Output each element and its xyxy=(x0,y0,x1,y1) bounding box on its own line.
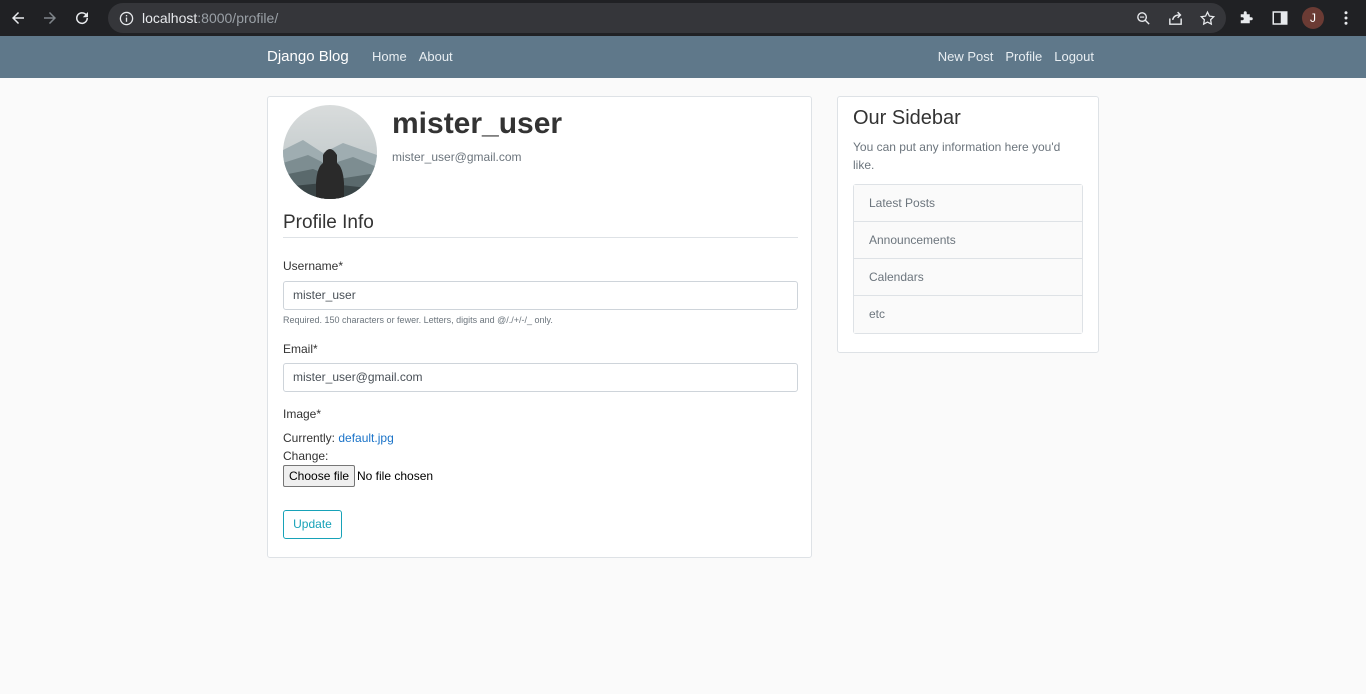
profile-avatar[interactable]: J xyxy=(1302,7,1324,29)
sidebar-title: Our Sidebar xyxy=(853,107,961,129)
browser-toolbar: localhost:8000/profile/ J xyxy=(0,0,1366,36)
current-file-link[interactable]: default.jpg xyxy=(338,431,393,445)
profile-email: mister_user@gmail.com xyxy=(392,150,522,164)
side-panel-icon[interactable] xyxy=(1268,6,1292,30)
update-button[interactable]: Update xyxy=(283,510,342,539)
site-navbar: Django Blog Home About New Post Profile … xyxy=(0,36,1366,78)
back-icon[interactable] xyxy=(4,4,32,32)
url-host: localhost xyxy=(142,10,198,26)
nav-home[interactable]: Home xyxy=(372,49,407,64)
menu-icon[interactable] xyxy=(1334,6,1358,30)
sidebar-list: Latest Posts Announcements Calendars etc xyxy=(853,184,1083,334)
nav-profile[interactable]: Profile xyxy=(1005,49,1042,64)
username-help-text: Required. 150 characters or fewer. Lette… xyxy=(283,315,553,325)
reload-icon[interactable] xyxy=(68,4,96,32)
sidebar-card: Our Sidebar You can put any information … xyxy=(837,96,1099,353)
currently-label: Currently: xyxy=(283,431,336,445)
profile-info-title: Profile Info xyxy=(283,212,374,233)
sidebar-text: You can put any information here you'd l… xyxy=(853,140,1061,172)
nav-about[interactable]: About xyxy=(419,49,453,64)
nav-logout[interactable]: Logout xyxy=(1054,49,1094,64)
profile-card: mister_user mister_user@gmail.com Profil… xyxy=(267,96,812,558)
file-status-text: No file chosen xyxy=(357,469,434,483)
currently-row: Currently: default.jpg xyxy=(283,431,394,445)
zoom-icon[interactable] xyxy=(1132,7,1154,29)
username-label: Username* xyxy=(283,259,344,273)
sidebar-item-etc[interactable]: etc xyxy=(854,296,1082,333)
brand-link[interactable]: Django Blog xyxy=(267,48,349,65)
extensions-icon[interactable] xyxy=(1234,6,1258,30)
nav-new-post[interactable]: New Post xyxy=(938,49,994,64)
address-bar[interactable]: localhost:8000/profile/ xyxy=(108,3,1226,33)
bookmark-star-icon[interactable] xyxy=(1196,7,1218,29)
url-path: :8000/profile/ xyxy=(197,10,279,26)
email-input[interactable]: mister_user@gmail.com xyxy=(283,363,798,392)
change-label: Change: xyxy=(283,449,329,463)
section-divider xyxy=(283,237,798,238)
sidebar-item-calendars[interactable]: Calendars xyxy=(854,259,1082,296)
image-label: Image* xyxy=(283,407,322,421)
profile-avatar-image xyxy=(283,105,377,199)
site-info-icon[interactable] xyxy=(118,10,134,26)
sidebar-item-announcements[interactable]: Announcements xyxy=(854,222,1082,259)
email-label: Email* xyxy=(283,342,318,356)
profile-username-heading: mister_user xyxy=(392,107,563,140)
forward-icon[interactable] xyxy=(36,4,64,32)
share-icon[interactable] xyxy=(1164,7,1186,29)
sidebar-item-latest-posts[interactable]: Latest Posts xyxy=(854,185,1082,222)
choose-file-button[interactable]: Choose file xyxy=(283,465,356,487)
username-input[interactable]: mister_user xyxy=(283,281,798,310)
url-text: localhost:8000/profile/ xyxy=(142,10,278,26)
